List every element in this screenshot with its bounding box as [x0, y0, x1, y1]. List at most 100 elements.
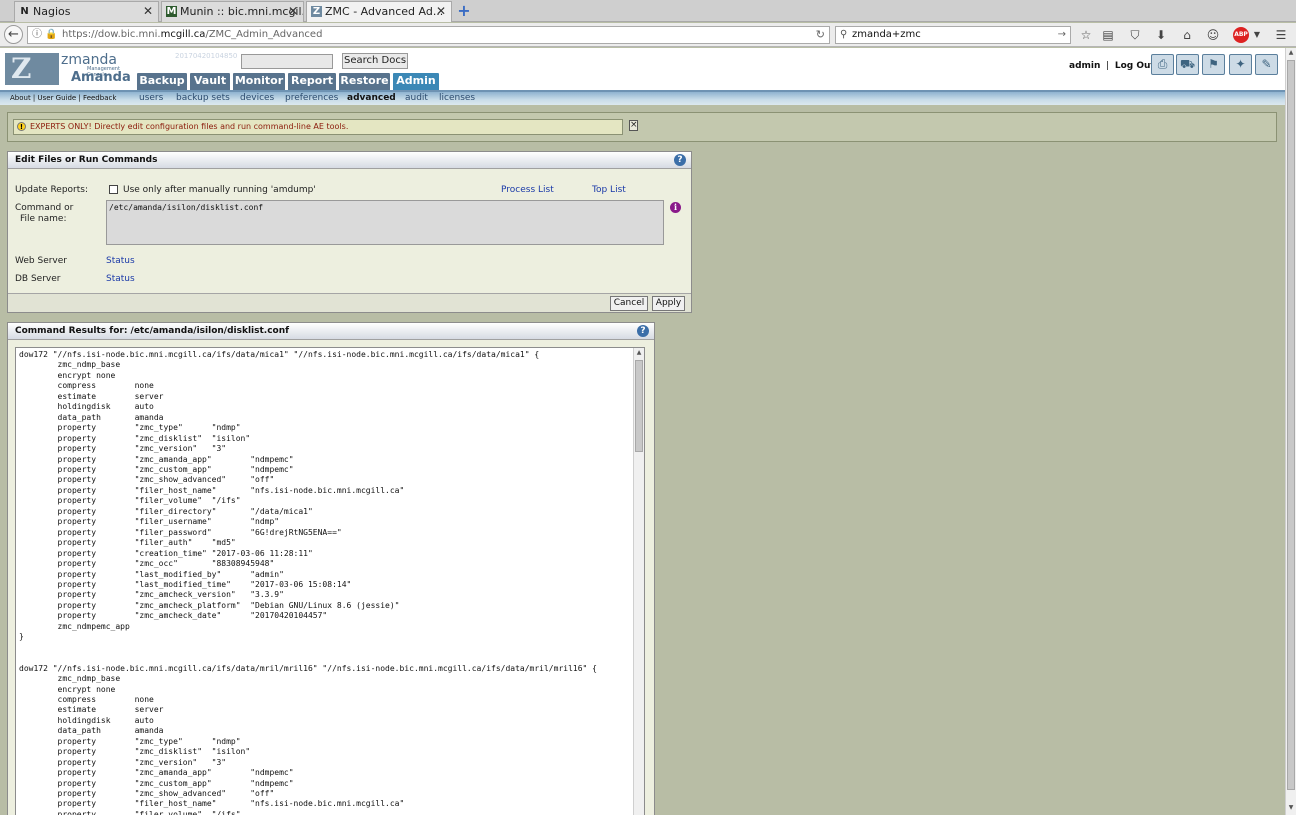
edit-files-panel: Edit Files or Run Commands ? Update Repo… [7, 151, 692, 313]
tab-vault[interactable]: Vault [189, 72, 231, 90]
zmanda-logo[interactable]: Z zmanda Management Console Amanda [5, 53, 133, 85]
tool-lightbulb-icon[interactable]: ✦ [1229, 54, 1252, 75]
menu-icon[interactable]: ☰ [1273, 27, 1289, 43]
scroll-up-arrow-icon[interactable]: ▲ [634, 348, 644, 358]
home-icon[interactable]: ⌂ [1179, 27, 1195, 43]
tab-title: Nagios [33, 5, 71, 18]
url-bar[interactable]: ⓘ 🔒 https://dow.bic.mni.mcgill.ca/ZMC_Ad… [27, 26, 830, 44]
result-line: property "zmc_custom_app" "ndmpemc" [19, 778, 294, 788]
tool-admin-icon[interactable]: ✎ [1255, 54, 1278, 75]
subnav-backup-sets[interactable]: backup sets [176, 93, 230, 103]
bookmark-star-icon[interactable]: ☆ [1078, 27, 1094, 43]
result-line: zmc_ndmp_base [19, 360, 121, 370]
pocket-icon[interactable]: ⛉ [1127, 27, 1143, 43]
command-textarea[interactable]: /etc/amanda/isilon/disklist.conf [106, 200, 664, 245]
subnav-preferences[interactable]: preferences [285, 93, 338, 103]
edit-panel-footer: Cancel Apply [8, 293, 691, 312]
result-line: property "zmc_amcheck_platform" "Debian … [19, 600, 400, 610]
zmanda-z-icon: Z [5, 53, 59, 85]
result-line: encrypt none [19, 684, 116, 694]
result-line: estimate server [19, 391, 164, 401]
message-close-icon[interactable]: × [629, 120, 638, 131]
page-scroll-thumb[interactable] [1287, 60, 1295, 790]
cancel-button[interactable]: Cancel [610, 296, 648, 311]
result-line: property "filer_volume" "/ifs" [19, 496, 241, 506]
download-icon[interactable]: ⬇ [1153, 27, 1169, 43]
help-icon[interactable]: ? [637, 325, 649, 337]
result-line: property "zmc_disklist" "isilon" [19, 433, 251, 443]
doc-search-input[interactable] [241, 54, 333, 69]
results-panel-header: Command Results for: /etc/amanda/isilon/… [8, 323, 654, 340]
new-tab-icon[interactable]: + [455, 2, 473, 20]
db-server-status-link[interactable]: Status [106, 274, 135, 284]
back-arrow-icon[interactable]: ← [4, 25, 23, 44]
edit-panel-header: Edit Files or Run Commands ? [8, 152, 691, 169]
close-icon[interactable]: ✕ [288, 2, 298, 21]
tab-report[interactable]: Report [287, 72, 337, 90]
lock-icon[interactable]: ⓘ 🔒 [32, 27, 58, 43]
web-server-label: Web Server [15, 256, 67, 266]
result-line: dow172 "//nfs.isi-node.bic.mni.mcgill.ca… [19, 350, 540, 359]
username: admin [1069, 61, 1101, 71]
search-docs-button[interactable]: Search Docs [342, 53, 408, 69]
subnav-devices[interactable]: devices [240, 93, 274, 103]
apply-button[interactable]: Apply [652, 296, 685, 311]
top-list-link[interactable]: Top List [592, 185, 626, 195]
close-icon[interactable]: ✕ [436, 2, 446, 21]
adblock-icon[interactable]: ABP [1233, 27, 1249, 43]
reading-list-icon[interactable]: ▤ [1100, 27, 1116, 43]
close-icon[interactable]: ✕ [143, 2, 153, 21]
web-server-status-link[interactable]: Status [106, 256, 135, 266]
browser-tab-munin[interactable]: M Munin :: bic.mni.mcgil... ✕ [161, 1, 304, 22]
tool-monitor-icon[interactable]: ⚑ [1202, 54, 1225, 75]
subnav-advanced[interactable]: advanced [347, 93, 396, 103]
result-line: property "filer_directory" "/data/mica1" [19, 506, 313, 516]
result-line: property "filer_host_name" "nfs.isi-node… [19, 799, 405, 809]
page-scrollbar[interactable]: ▲ ▼ [1285, 48, 1296, 815]
scroll-down-arrow-icon[interactable]: ▼ [1286, 803, 1296, 813]
tool-vault-icon[interactable]: ⛟ [1176, 54, 1199, 75]
tab-restore[interactable]: Restore [338, 72, 391, 90]
info-icon[interactable]: i [670, 202, 681, 213]
result-line: property "filer_username" "ndmp" [19, 517, 280, 527]
result-line: property "zmc_version" "3" [19, 444, 227, 454]
scroll-thumb[interactable] [635, 360, 643, 452]
tab-admin[interactable]: Admin [392, 72, 440, 90]
browser-tab-zmc[interactable]: Z ZMC - Advanced Ad... ✕ [306, 1, 452, 22]
search-bar[interactable]: ⚲ zmanda+zmc → [835, 26, 1071, 44]
munin-favicon-icon: M [166, 6, 177, 17]
result-line: zmc_ndmp_base [19, 674, 121, 684]
sub-nav-bar: About | User Guide | Feedback users back… [0, 90, 1296, 105]
result-line: property "zmc_amanda_app" "ndmpemc" [19, 454, 294, 464]
about-links[interactable]: About | User Guide | Feedback [10, 94, 116, 102]
tool-backup-icon[interactable]: ⎙ [1151, 54, 1174, 75]
zmc-header: Z zmanda Management Console Amanda 20170… [0, 48, 1296, 90]
browser-tab-nagios[interactable]: N Nagios ✕ [14, 1, 159, 22]
result-line: } [19, 632, 24, 642]
help-icon[interactable]: ? [674, 154, 686, 166]
tab-monitor[interactable]: Monitor [232, 72, 286, 90]
logo-text-amanda: Amanda [71, 70, 131, 85]
result-line [19, 643, 597, 653]
results-output[interactable]: dow172 "//nfs.isi-node.bic.mni.mcgill.ca… [15, 347, 645, 815]
subnav-licenses[interactable]: licenses [439, 93, 475, 103]
result-line: property "filer_password" "6G!drejRtNG5E… [19, 527, 342, 537]
url-path: /ZMC_Admin_Advanced [205, 29, 323, 40]
chevron-down-icon[interactable]: ▼ [1249, 27, 1265, 43]
tab-backup[interactable]: Backup [136, 72, 188, 90]
results-scrollbar[interactable]: ▲ [633, 348, 644, 815]
result-line: property "zmc_amanda_app" "ndmpemc" [19, 768, 294, 778]
scroll-up-arrow-icon[interactable]: ▲ [1286, 48, 1296, 58]
chat-icon[interactable]: ☺ [1205, 27, 1221, 43]
edit-panel-title: Edit Files or Run Commands [15, 155, 158, 165]
logout-link[interactable]: Log Out [1115, 61, 1155, 71]
reload-icon[interactable]: ↻ [816, 27, 825, 43]
subnav-users[interactable]: users [139, 93, 163, 103]
update-reports-checkbox[interactable] [109, 185, 118, 194]
search-go-arrow-icon[interactable]: → [1058, 27, 1066, 43]
warning-message: ! EXPERTS ONLY! Directly edit configurat… [13, 119, 623, 135]
result-line: estimate server [19, 705, 164, 715]
subnav-audit[interactable]: audit [405, 93, 428, 103]
process-list-link[interactable]: Process List [501, 185, 554, 195]
command-label-line1: Command or [15, 203, 74, 213]
